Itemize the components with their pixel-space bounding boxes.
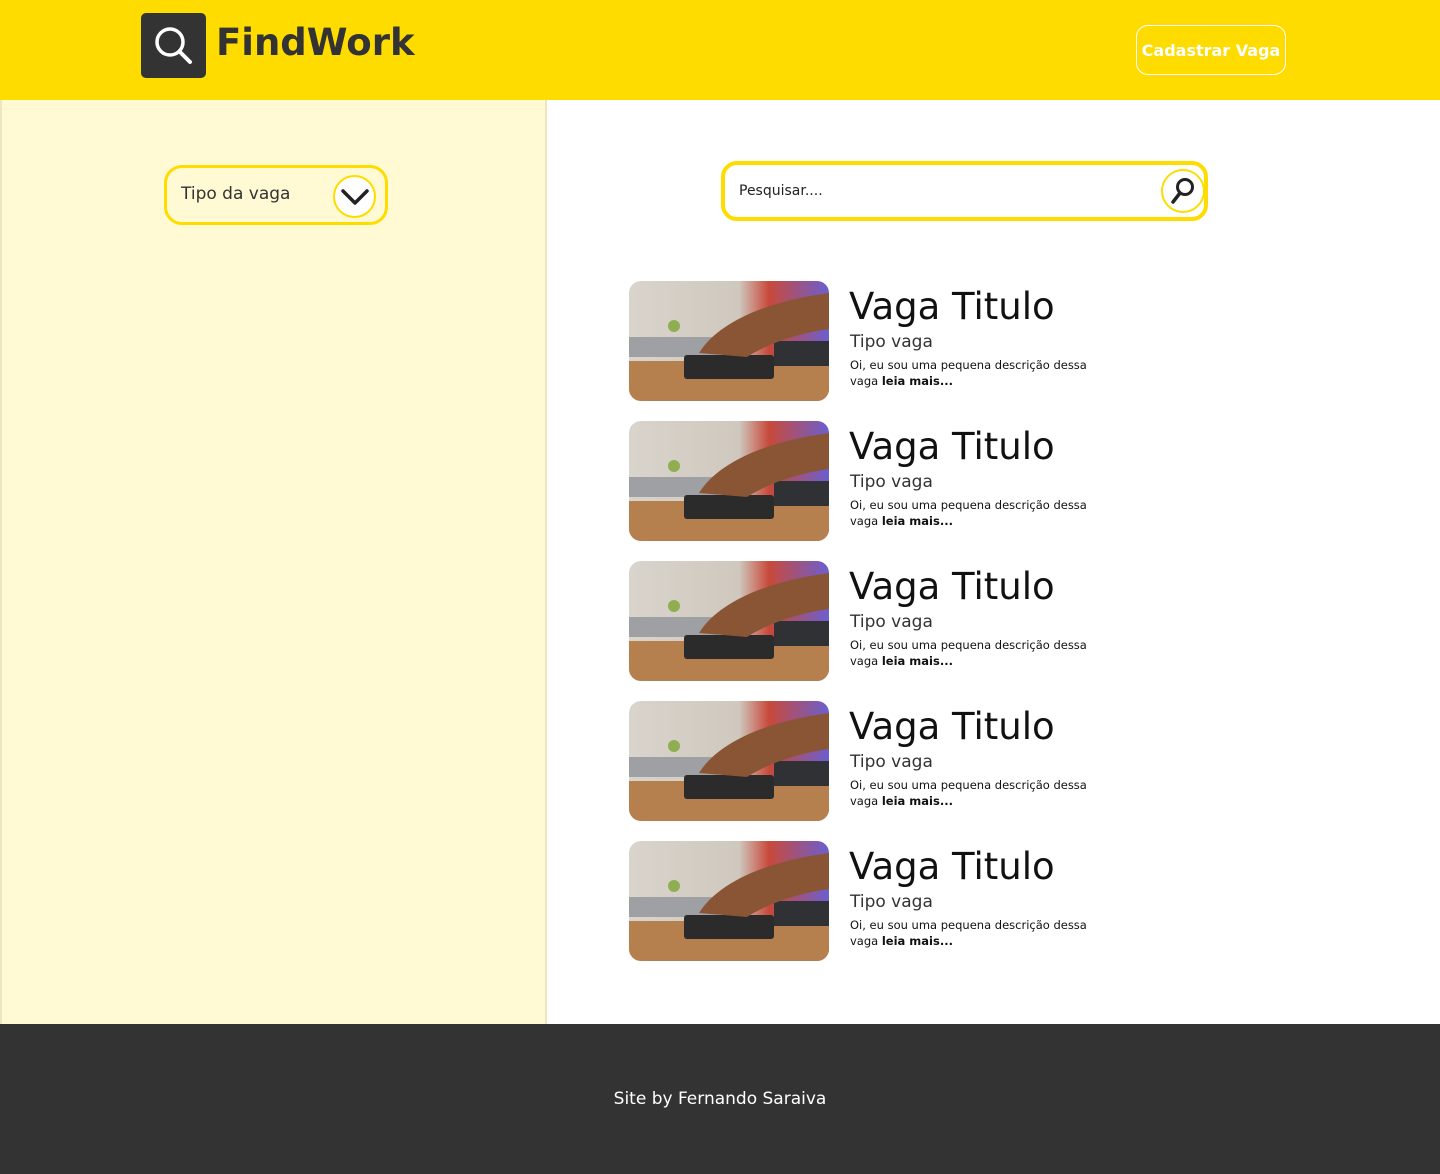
job-type-select-label: Tipo da vaga — [181, 184, 291, 204]
magnifier-icon — [1171, 178, 1194, 204]
site-header: FindWork Cadastrar Vaga — [0, 0, 1440, 100]
brand-name[interactable]: FindWork — [216, 18, 415, 68]
job-type: Tipo vaga — [850, 612, 933, 632]
job-description: Oi, eu sou uma pequena descrição dessa v… — [850, 918, 1087, 948]
job-title: Vaga Titulo — [849, 845, 1055, 888]
job-card[interactable]: Vaga Titulo Tipo vaga Oi, eu sou uma peq… — [629, 281, 1229, 401]
job-card[interactable]: Vaga Titulo Tipo vaga Oi, eu sou uma peq… — [629, 701, 1229, 821]
job-card[interactable]: Vaga Titulo Tipo vaga Oi, eu sou uma peq… — [629, 421, 1229, 541]
read-more-link[interactable]: leia mais... — [882, 514, 953, 528]
job-type-dropdown-button[interactable] — [333, 175, 376, 218]
job-description: Oi, eu sou uma pequena descrição dessa v… — [850, 778, 1087, 808]
read-more-link[interactable]: leia mais... — [882, 654, 953, 668]
job-type-select[interactable]: Tipo da vaga — [164, 165, 388, 225]
job-type: Tipo vaga — [850, 752, 933, 772]
job-type: Tipo vaga — [850, 332, 933, 352]
job-card[interactable]: Vaga Titulo Tipo vaga Oi, eu sou uma peq… — [629, 841, 1229, 961]
job-image — [629, 421, 829, 541]
search-button[interactable] — [1161, 169, 1205, 213]
job-card[interactable]: Vaga Titulo Tipo vaga Oi, eu sou uma peq… — [629, 561, 1229, 681]
filter-sidebar: Tipo da vaga — [0, 100, 547, 1024]
job-title: Vaga Titulo — [849, 565, 1055, 608]
cadastrar-vaga-button[interactable]: Cadastrar Vaga — [1136, 25, 1286, 75]
job-title: Vaga Titulo — [849, 285, 1055, 328]
read-more-link[interactable]: leia mais... — [882, 794, 953, 808]
job-image — [629, 841, 829, 961]
job-description: Oi, eu sou uma pequena descrição dessa v… — [850, 358, 1087, 388]
job-list: Vaga Titulo Tipo vaga Oi, eu sou uma peq… — [629, 281, 1229, 981]
job-type: Tipo vaga — [850, 472, 933, 492]
read-more-link[interactable]: leia mais... — [882, 374, 953, 388]
chevron-down-icon — [340, 188, 369, 205]
job-title: Vaga Titulo — [849, 425, 1055, 468]
job-description: Oi, eu sou uma pequena descrição dessa v… — [850, 498, 1087, 528]
search-bar — [721, 161, 1208, 221]
footer-credit: Site by Fernando Saraiva — [613, 1089, 827, 1109]
search-input[interactable] — [739, 179, 1139, 203]
job-title: Vaga Titulo — [849, 705, 1055, 748]
job-description: Oi, eu sou uma pequena descrição dessa v… — [850, 638, 1087, 668]
job-image — [629, 281, 829, 401]
job-type: Tipo vaga — [850, 892, 933, 912]
job-image — [629, 561, 829, 681]
logo[interactable] — [141, 13, 206, 78]
job-image — [629, 701, 829, 821]
search-icon — [155, 27, 192, 64]
site-footer: Site by Fernando Saraiva — [0, 1024, 1440, 1174]
read-more-link[interactable]: leia mais... — [882, 934, 953, 948]
